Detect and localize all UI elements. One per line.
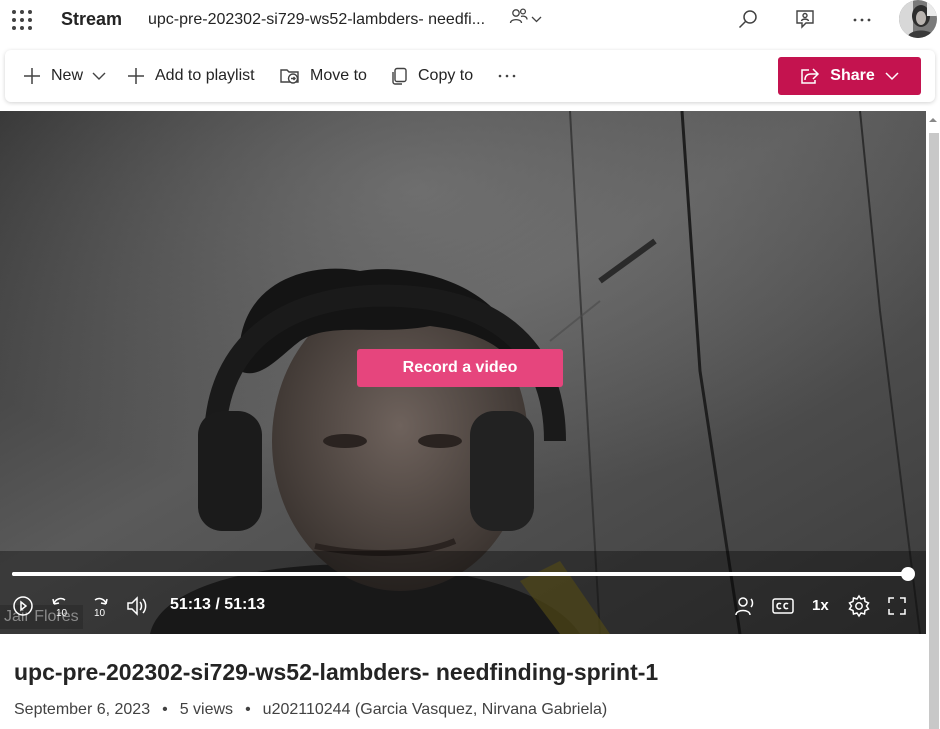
- skip-forward-button[interactable]: 10: [87, 594, 111, 619]
- plus-icon: [128, 68, 144, 84]
- playback-speed-button[interactable]: 1x: [812, 597, 829, 614]
- skip-forward-icon: 10: [94, 597, 108, 619]
- waffle-icon[interactable]: [11, 9, 33, 31]
- add-to-playlist-button[interactable]: Add to playlist: [126, 50, 255, 102]
- chevron-down-icon: [92, 72, 106, 80]
- record-video-button[interactable]: Record a video: [357, 349, 563, 387]
- video-views: 5 views: [179, 701, 234, 718]
- copy-to-button[interactable]: Copy to: [389, 50, 473, 102]
- skip-back-icon: 10: [52, 597, 68, 619]
- copy-icon: [392, 67, 407, 85]
- people-icon[interactable]: [508, 7, 546, 31]
- share-icon: [801, 68, 820, 84]
- scroll-up-icon[interactable]: [928, 115, 938, 125]
- fullscreen-icon[interactable]: [885, 594, 909, 618]
- captions-icon[interactable]: [771, 594, 795, 618]
- plus-icon: [24, 68, 40, 84]
- more-icon[interactable]: [850, 8, 874, 32]
- more-commands-button[interactable]: [495, 50, 519, 102]
- copy-to-label: Copy to: [418, 67, 474, 84]
- add-to-playlist-label: Add to playlist: [155, 67, 255, 84]
- scroll-thumb[interactable]: [929, 133, 939, 729]
- search-icon[interactable]: [736, 8, 760, 32]
- skip-back-button[interactable]: 10: [49, 594, 73, 619]
- top-bar: Stream upc-pre-202302-si729-ws52-lambder…: [0, 0, 940, 40]
- new-label: New: [51, 67, 84, 84]
- progress-handle[interactable]: [901, 567, 915, 581]
- separator-dot: •: [245, 701, 251, 718]
- app-name[interactable]: Stream: [61, 9, 122, 30]
- progress-fill: [12, 572, 908, 576]
- replay-icon[interactable]: [11, 594, 35, 618]
- feedback-icon[interactable]: [793, 8, 817, 32]
- separator-dot: •: [162, 701, 168, 718]
- new-button[interactable]: New: [22, 50, 106, 102]
- settings-icon[interactable]: [847, 594, 871, 618]
- skip-forward-seconds: 10: [94, 608, 106, 618]
- chevron-down-icon: [531, 16, 542, 23]
- video-owner[interactable]: u202110244 (Garcia Vasquez, Nirvana Gabr…: [263, 701, 608, 719]
- noise-suppression-icon[interactable]: [733, 594, 757, 618]
- volume-icon[interactable]: [125, 594, 149, 618]
- progress-bar[interactable]: [12, 572, 908, 576]
- folder-move-icon: [280, 69, 299, 84]
- skip-back-seconds: 10: [56, 608, 68, 618]
- more-icon: [498, 74, 516, 78]
- move-to-button[interactable]: Move to: [279, 50, 367, 102]
- video-title: upc-pre-202302-si729-ws52-lambders- need…: [14, 659, 659, 685]
- scrollbar[interactable]: [926, 111, 940, 729]
- avatar[interactable]: [899, 0, 937, 38]
- video-player[interactable]: Record a video Jair Flores 10 10 51:13 /…: [0, 111, 926, 634]
- video-meta: September 6, 2023 • 5 views • u202110244…: [14, 701, 607, 719]
- document-title[interactable]: upc-pre-202302-si729-ws52-lambders- need…: [148, 11, 485, 29]
- share-button[interactable]: Share: [778, 57, 921, 95]
- video-date: September 6, 2023: [14, 701, 151, 718]
- share-label: Share: [830, 67, 875, 84]
- move-to-label: Move to: [310, 67, 367, 84]
- chevron-down-icon: [885, 72, 899, 81]
- time-display: 51:13 / 51:13: [170, 596, 266, 613]
